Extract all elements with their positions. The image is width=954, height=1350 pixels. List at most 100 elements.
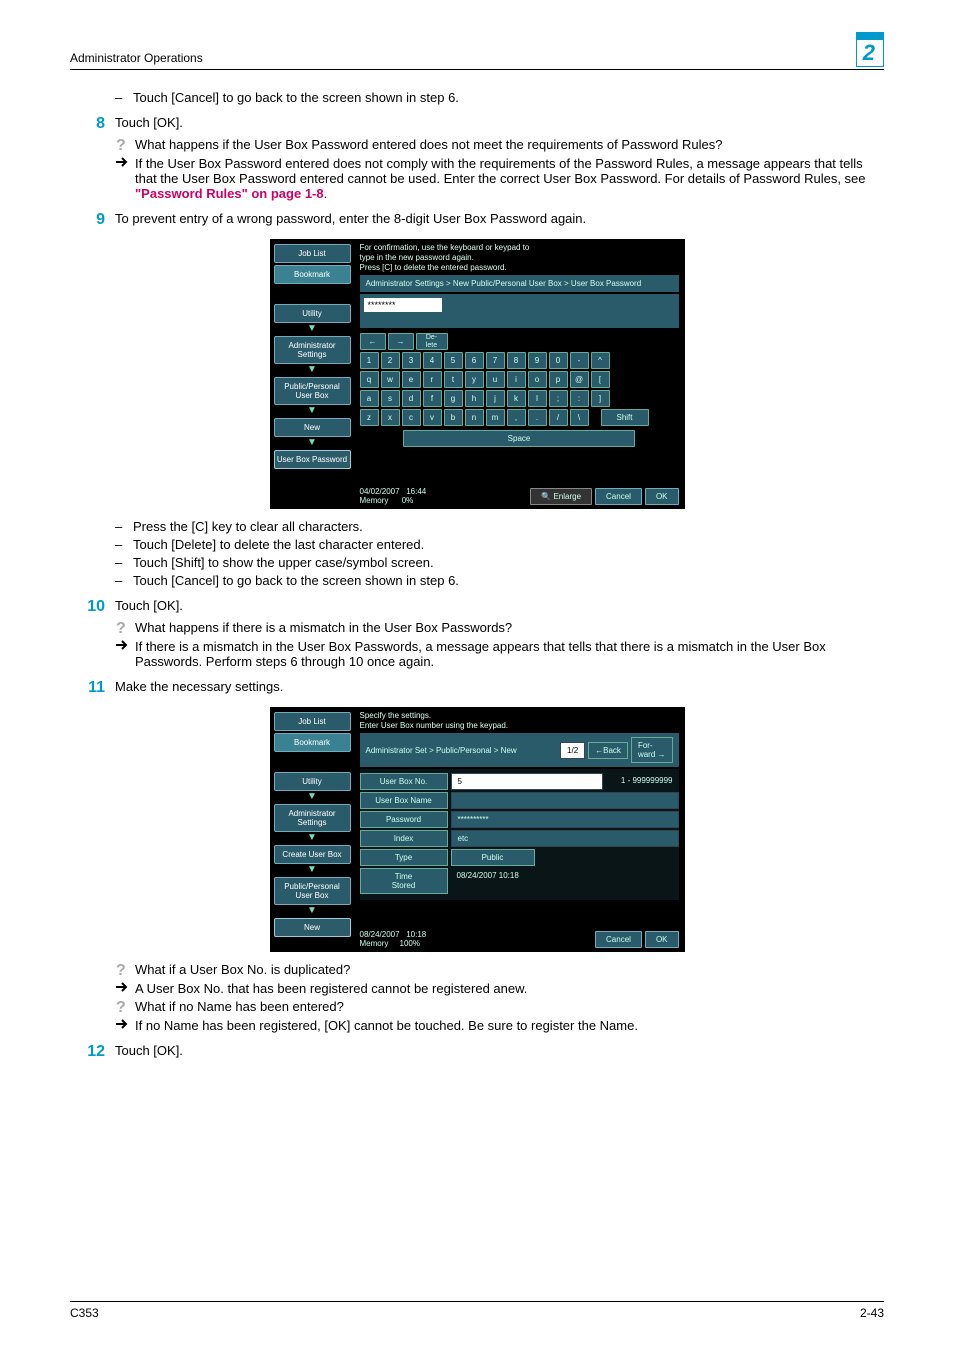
keyboard-key[interactable]: b xyxy=(444,409,463,426)
screenshot-password: Job List Bookmark Utility ▼ Administrato… xyxy=(270,239,685,509)
keyboard-key[interactable]: [ xyxy=(591,371,610,388)
keyboard-key[interactable]: f xyxy=(423,390,442,407)
bullet-item: –Touch [Delete] to delete the last chara… xyxy=(115,537,884,552)
keyboard-key[interactable]: 7 xyxy=(486,352,505,369)
create-user-box-button[interactable]: Create User Box xyxy=(274,845,351,864)
keyboard-key[interactable]: k xyxy=(507,390,526,407)
user-box-password-button[interactable]: User Box Password xyxy=(274,450,351,469)
step-number: 12 xyxy=(70,1043,115,1061)
keyboard-key[interactable]: ^ xyxy=(591,352,610,369)
field-label[interactable]: Time Stored xyxy=(360,868,448,894)
job-list-button[interactable]: Job List xyxy=(274,712,351,731)
enlarge-button[interactable]: 🔍 Enlarge xyxy=(530,488,592,505)
keyboard-key[interactable]: u xyxy=(486,371,505,388)
admin-settings-button[interactable]: Administrator Settings xyxy=(274,336,351,364)
keyboard-key[interactable]: v xyxy=(423,409,442,426)
keyboard-key[interactable]: n xyxy=(465,409,484,426)
public-personal-button[interactable]: Public/Personal User Box xyxy=(274,877,351,905)
chevron-down-icon: ▼ xyxy=(274,439,351,447)
password-input[interactable]: ******** xyxy=(364,298,442,312)
arrow-icon xyxy=(115,981,135,996)
ok-button[interactable]: OK xyxy=(645,931,679,948)
cancel-button[interactable]: Cancel xyxy=(595,931,642,948)
keyboard-key[interactable]: \ xyxy=(570,409,589,426)
admin-settings-button[interactable]: Administrator Settings xyxy=(274,804,351,832)
field-value: etc xyxy=(451,830,679,847)
step-number: 9 xyxy=(70,211,115,229)
bookmark-button[interactable]: Bookmark xyxy=(274,265,351,284)
step-12: 12 Touch [OK]. xyxy=(70,1043,884,1061)
keyboard-key[interactable]: q xyxy=(360,371,379,388)
keyboard-key[interactable]: ] xyxy=(591,390,610,407)
instruction-text: For confirmation, use the keyboard or ke… xyxy=(360,243,679,273)
password-rules-link[interactable]: "Password Rules" on page 1-8 xyxy=(135,186,324,201)
keyboard-key[interactable]: 9 xyxy=(528,352,547,369)
keyboard-key[interactable]: / xyxy=(549,409,568,426)
chevron-down-icon: ▼ xyxy=(274,834,351,842)
keyboard-key[interactable]: t xyxy=(444,371,463,388)
question-icon: ? xyxy=(115,999,135,1015)
keyboard-key[interactable]: j xyxy=(486,390,505,407)
utility-button[interactable]: Utility xyxy=(274,304,351,323)
dash-icon: – xyxy=(115,573,133,588)
keyboard-key[interactable]: x xyxy=(381,409,400,426)
field-label[interactable]: Password xyxy=(360,811,448,828)
delete-key[interactable]: De- lete xyxy=(416,333,448,350)
keyboard-key[interactable]: w xyxy=(381,371,400,388)
forward-button[interactable]: For- ward → xyxy=(631,737,673,763)
keyboard-key[interactable]: . xyxy=(528,409,547,426)
keyboard-key[interactable]: 1 xyxy=(360,352,379,369)
keyboard-key[interactable]: c xyxy=(402,409,421,426)
keyboard-key[interactable]: i xyxy=(507,371,526,388)
keyboard-key[interactable]: h xyxy=(465,390,484,407)
keyboard-key[interactable]: o xyxy=(528,371,547,388)
keyboard-right-icon[interactable]: → xyxy=(388,333,414,350)
question-row: ?What if a User Box No. is duplicated? xyxy=(115,962,884,978)
keyboard-key[interactable]: z xyxy=(360,409,379,426)
field-label[interactable]: Index xyxy=(360,830,448,847)
keyboard-key[interactable]: @ xyxy=(570,371,589,388)
shift-key[interactable]: Shift xyxy=(601,409,649,426)
field-value: ********** xyxy=(451,811,679,828)
keyboard-key[interactable]: 0 xyxy=(549,352,568,369)
keyboard-key[interactable]: 5 xyxy=(444,352,463,369)
space-key[interactable]: Space xyxy=(403,430,635,447)
keyboard-key[interactable]: - xyxy=(570,352,589,369)
field-label[interactable]: Type xyxy=(360,849,448,866)
utility-button[interactable]: Utility xyxy=(274,772,351,791)
instruction-text: Specify the settings. Enter User Box num… xyxy=(360,711,679,731)
keyboard-key[interactable]: d xyxy=(402,390,421,407)
keyboard-key[interactable]: m xyxy=(486,409,505,426)
question-icon: ? xyxy=(115,962,135,978)
new-button[interactable]: New xyxy=(274,918,351,937)
keyboard-key[interactable]: , xyxy=(507,409,526,426)
field-label[interactable]: User Box Name xyxy=(360,792,448,809)
cancel-button[interactable]: Cancel xyxy=(595,488,642,505)
chevron-down-icon: ▼ xyxy=(274,907,351,915)
keyboard-key[interactable]: 4 xyxy=(423,352,442,369)
keyboard-key[interactable]: 8 xyxy=(507,352,526,369)
keyboard-key[interactable]: l xyxy=(528,390,547,407)
keyboard-key[interactable]: a xyxy=(360,390,379,407)
ok-button[interactable]: OK xyxy=(645,488,679,505)
field-label[interactable]: User Box No. xyxy=(360,773,448,790)
keyboard-key[interactable]: 6 xyxy=(465,352,484,369)
back-button[interactable]: ←Back xyxy=(588,742,628,759)
keyboard-key[interactable]: 2 xyxy=(381,352,400,369)
keyboard-key[interactable]: s xyxy=(381,390,400,407)
bullet-item: –Press the [C] key to clear all characte… xyxy=(115,519,884,534)
field-value[interactable]: Public xyxy=(451,849,535,866)
bookmark-button[interactable]: Bookmark xyxy=(274,733,351,752)
keyboard-key[interactable]: g xyxy=(444,390,463,407)
job-list-button[interactable]: Job List xyxy=(274,244,351,263)
keyboard-left-icon[interactable]: ← xyxy=(360,333,386,350)
keyboard-key[interactable]: p xyxy=(549,371,568,388)
keyboard-key[interactable]: 3 xyxy=(402,352,421,369)
new-button[interactable]: New xyxy=(274,418,351,437)
keyboard-key[interactable]: e xyxy=(402,371,421,388)
keyboard-key[interactable]: ; xyxy=(549,390,568,407)
keyboard-key[interactable]: : xyxy=(570,390,589,407)
public-personal-button[interactable]: Public/Personal User Box xyxy=(274,377,351,405)
keyboard-key[interactable]: y xyxy=(465,371,484,388)
keyboard-key[interactable]: r xyxy=(423,371,442,388)
